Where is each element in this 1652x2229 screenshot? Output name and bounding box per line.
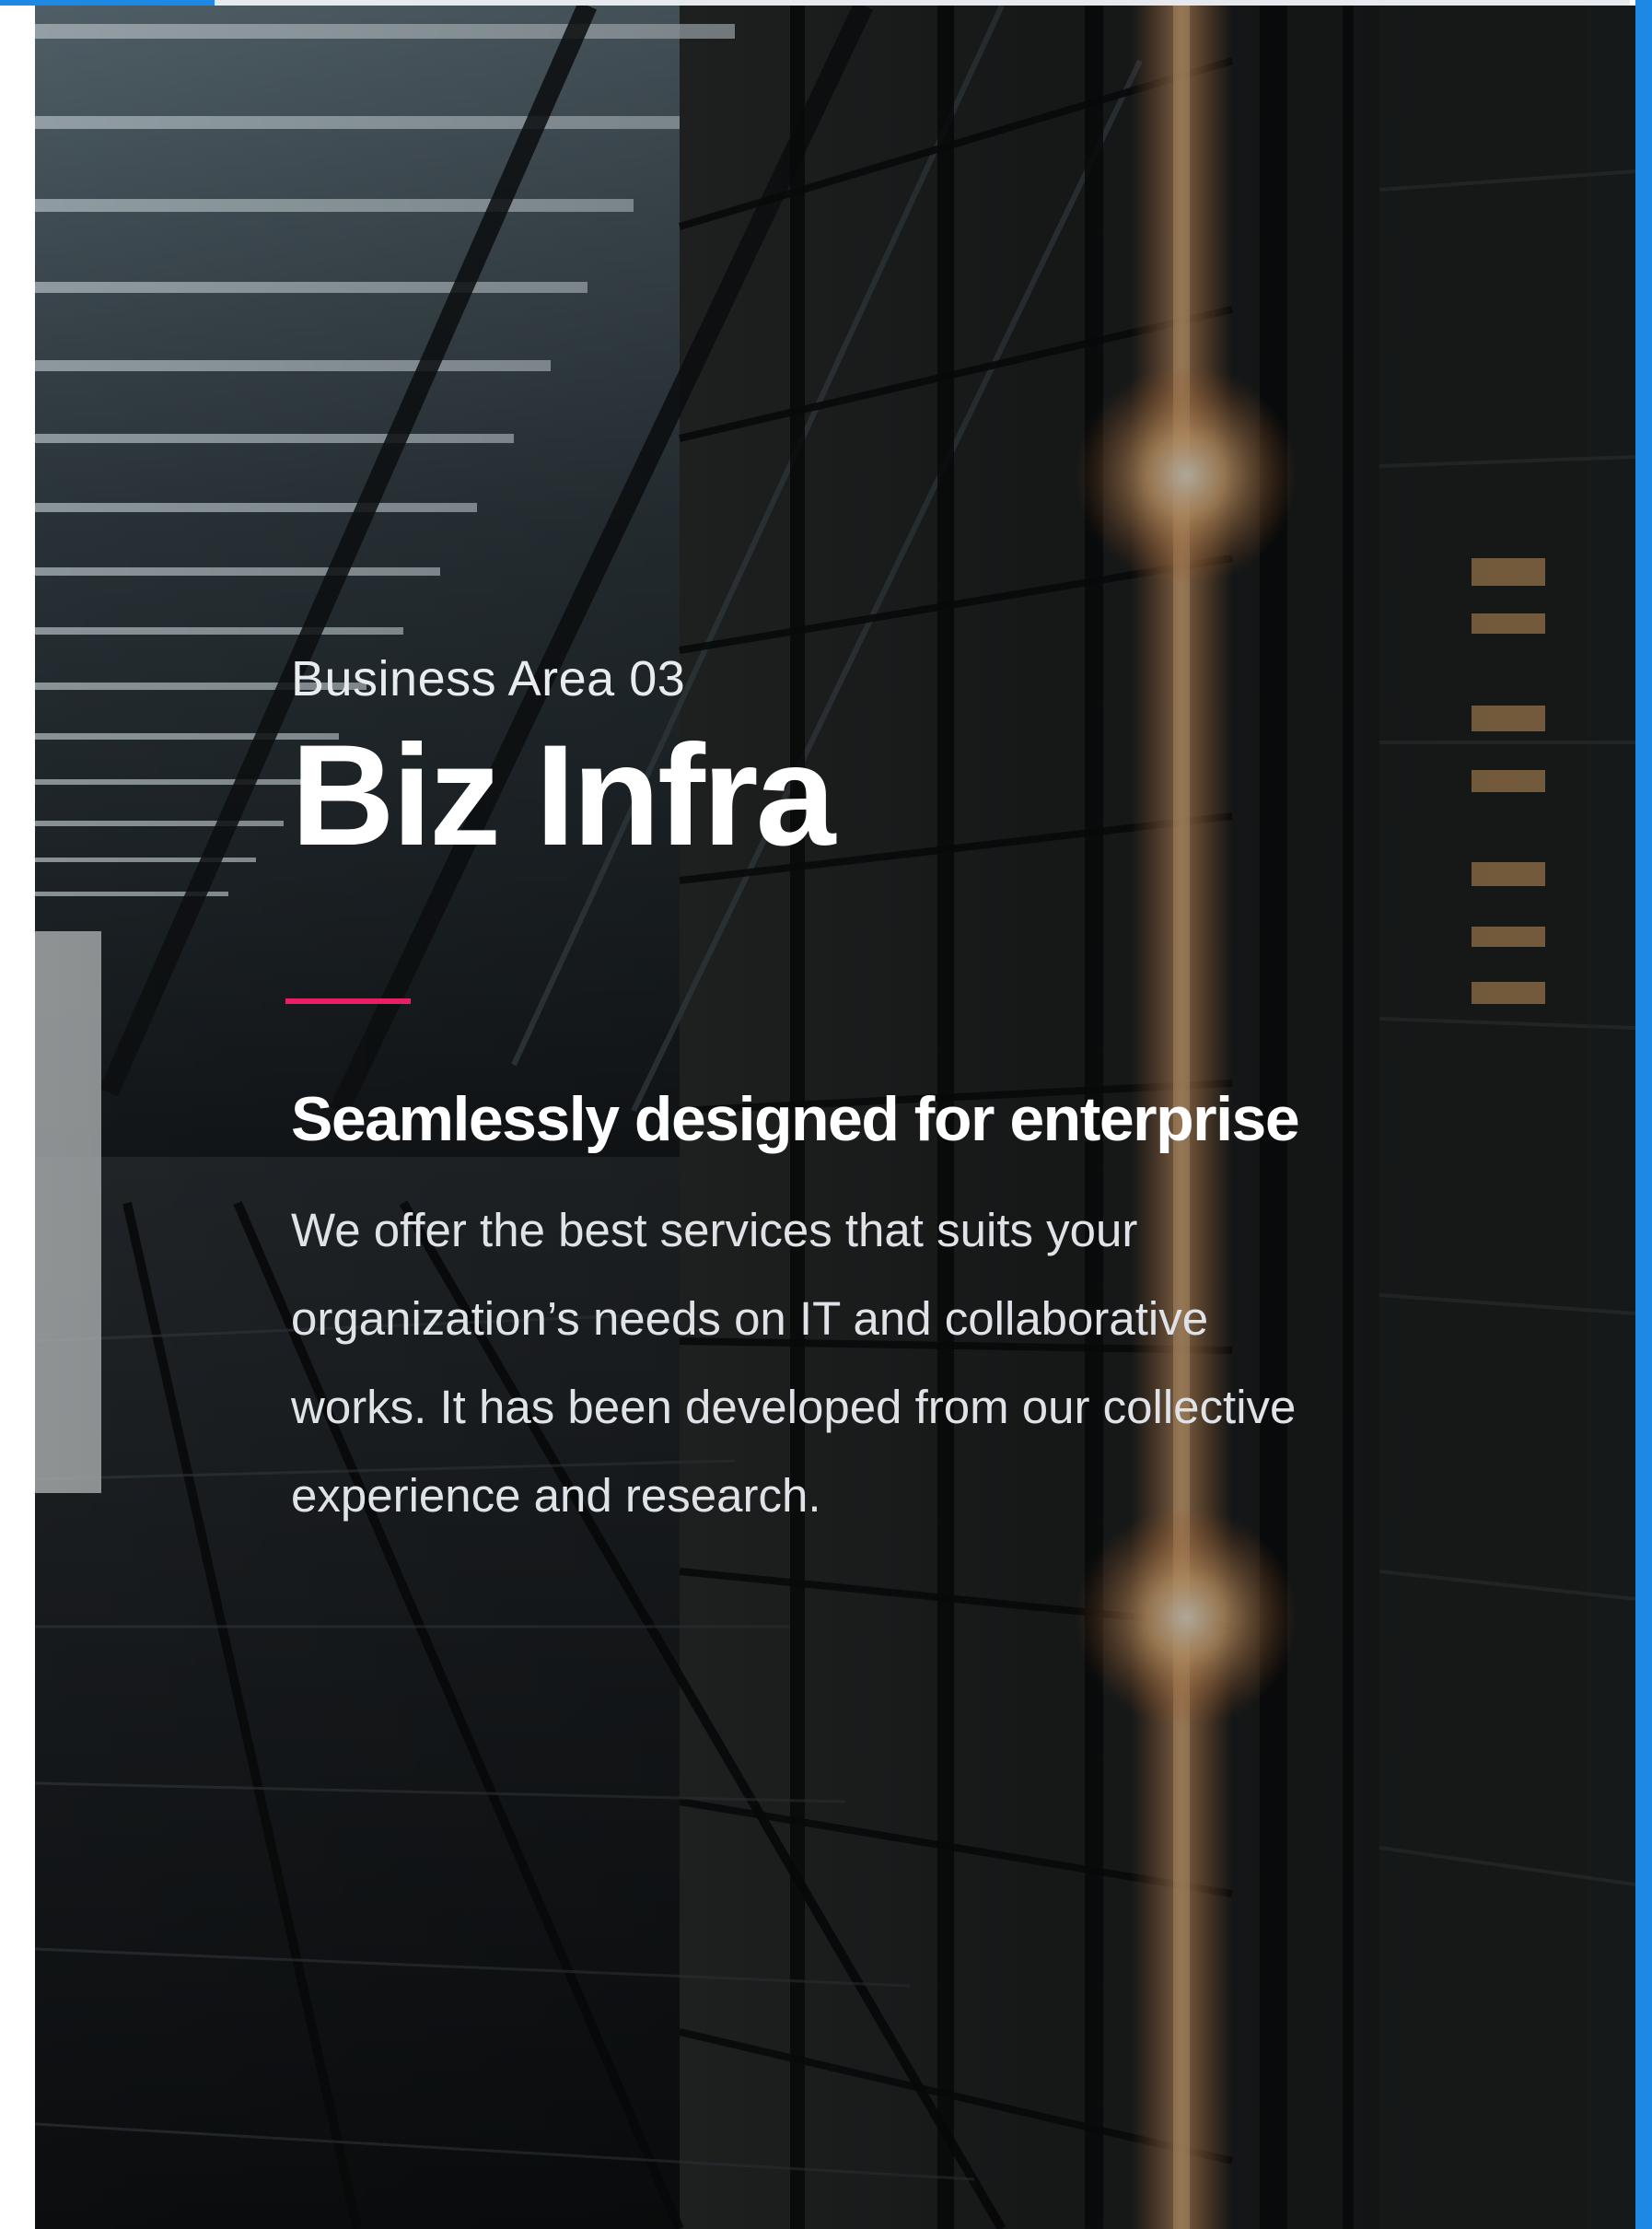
business-area-label: Business Area 03 — [291, 651, 686, 706]
section-subtitle: Seamlessly designed for enterprise — [291, 1084, 1300, 1154]
hero-content: Business Area 03 Biz Infra Seamlessly de… — [285, 650, 1488, 1540]
scrollbar-accent[interactable] — [1635, 0, 1652, 2229]
page-title: Biz Infra — [291, 716, 835, 876]
page: Business Area 03 Biz Infra Seamlessly de… — [0, 0, 1652, 2229]
hero-section: Business Area 03 Biz Infra Seamlessly de… — [35, 6, 1635, 2229]
section-description: We offer the best services that suits yo… — [291, 1204, 1297, 1522]
accent-divider — [285, 998, 411, 1004]
